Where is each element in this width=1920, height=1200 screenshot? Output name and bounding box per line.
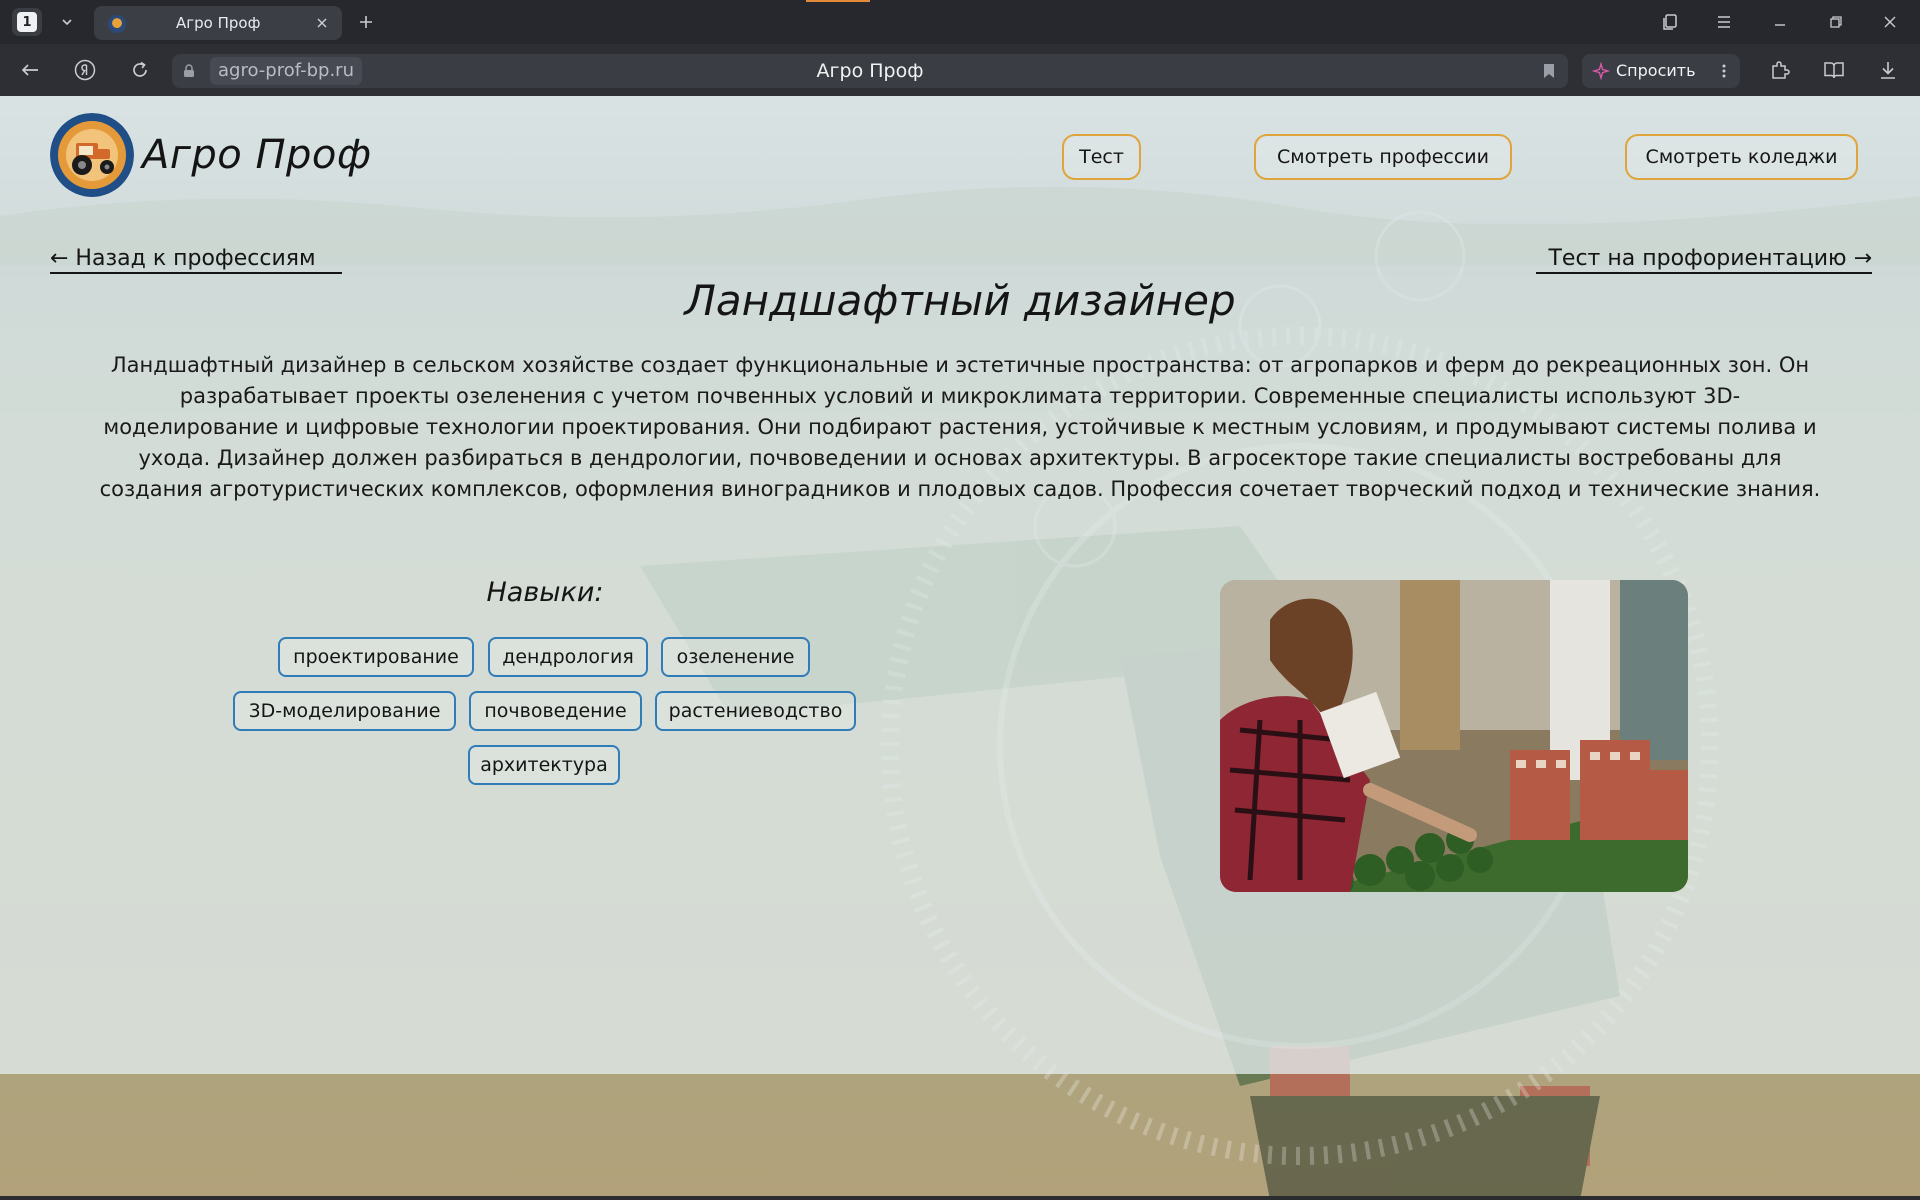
collections-button[interactable] <box>1654 6 1686 38</box>
yandex-button[interactable] <box>69 54 101 86</box>
address-bar[interactable]: agro-prof-bp.ru Агро Проф <box>172 54 1568 88</box>
tab-counter-button[interactable]: 1 <box>12 8 42 36</box>
browser-tab[interactable]: Агро Проф <box>94 6 342 40</box>
page-bottom-divider <box>0 1196 1920 1200</box>
tab-title: Агро Проф <box>176 14 261 32</box>
landscape-designer-image <box>1220 580 1688 892</box>
new-tab-button[interactable] <box>352 8 380 36</box>
site-logo[interactable] <box>50 113 134 197</box>
tab-close-button[interactable] <box>312 13 332 33</box>
skill-chip: 3D-моделирование <box>233 691 456 731</box>
address-page-title: Агро Проф <box>816 60 924 82</box>
chevron-down-icon <box>62 19 72 26</box>
close-icon <box>317 18 327 28</box>
skill-chip: озеленение <box>661 637 810 677</box>
menu-icon <box>1718 16 1730 28</box>
reading-mode-button[interactable] <box>1818 54 1850 86</box>
site-favicon-icon <box>108 15 126 33</box>
skill-chip: проектирование <box>278 637 474 677</box>
downloads-button[interactable] <box>1872 54 1904 86</box>
close-icon <box>1884 16 1896 28</box>
restore-button[interactable] <box>1820 6 1852 38</box>
nav-professions-button[interactable]: Смотреть профессии <box>1254 134 1512 180</box>
puzzle-icon <box>1772 61 1790 79</box>
reload-button[interactable] <box>124 54 156 86</box>
ask-more-button[interactable] <box>1714 60 1734 82</box>
browser-toolbar: agro-prof-bp.ru Агро Проф Спросить <box>0 44 1920 96</box>
restore-icon <box>1830 16 1842 28</box>
download-icon <box>1881 62 1895 79</box>
brand-name[interactable]: Агро Проф <box>142 132 372 178</box>
profession-description: Ландшафтный дизайнер в сельском хозяйств… <box>99 353 1821 501</box>
browser-tabbar: 1 Агро Проф <box>0 0 1920 44</box>
skill-chip: дендрология <box>488 637 648 677</box>
arrow-left-icon <box>21 64 38 76</box>
web-page: Агро Проф Тест Смотреть профессии Смотре… <box>0 96 1920 1200</box>
book-icon <box>1824 62 1844 79</box>
ai-sparkle-icon <box>1592 62 1610 80</box>
reload-icon <box>133 61 147 77</box>
yandex-icon <box>74 59 96 81</box>
skills-heading: Навыки: <box>486 577 604 608</box>
collections-icon <box>1663 14 1677 30</box>
tab-count: 1 <box>17 12 37 32</box>
plus-icon <box>360 16 372 28</box>
nav-test-button[interactable]: Тест <box>1062 134 1141 180</box>
career-test-link[interactable]: Тест на профориентацию → <box>1536 246 1872 274</box>
tab-strip-accent <box>806 0 870 2</box>
skill-chip: архитектура <box>468 745 620 785</box>
ask-ai-button[interactable]: Спросить <box>1582 54 1740 88</box>
profession-photo <box>1220 580 1688 892</box>
skill-chip: растениеводство <box>655 691 856 731</box>
skill-chip: почвоведение <box>469 691 642 731</box>
minimize-button[interactable] <box>1764 6 1796 38</box>
nav-colleges-button[interactable]: Смотреть коледжи <box>1625 134 1858 180</box>
more-vertical-icon <box>1722 64 1726 78</box>
browser-menu-button[interactable] <box>1708 6 1740 38</box>
tabs-dropdown-button[interactable] <box>52 8 82 36</box>
ask-ai-label: Спросить <box>1616 61 1696 80</box>
bookmark-icon[interactable] <box>1540 62 1558 80</box>
extensions-button[interactable] <box>1764 54 1796 86</box>
profession-title: Ландшафтный дизайнер <box>684 276 1236 325</box>
minimize-icon <box>1775 24 1785 26</box>
tractor-logo-icon <box>50 113 134 197</box>
window-close-button[interactable] <box>1874 6 1906 38</box>
back-button[interactable] <box>14 54 46 86</box>
back-to-professions-link[interactable]: ← Назад к профессиям <box>50 246 342 274</box>
